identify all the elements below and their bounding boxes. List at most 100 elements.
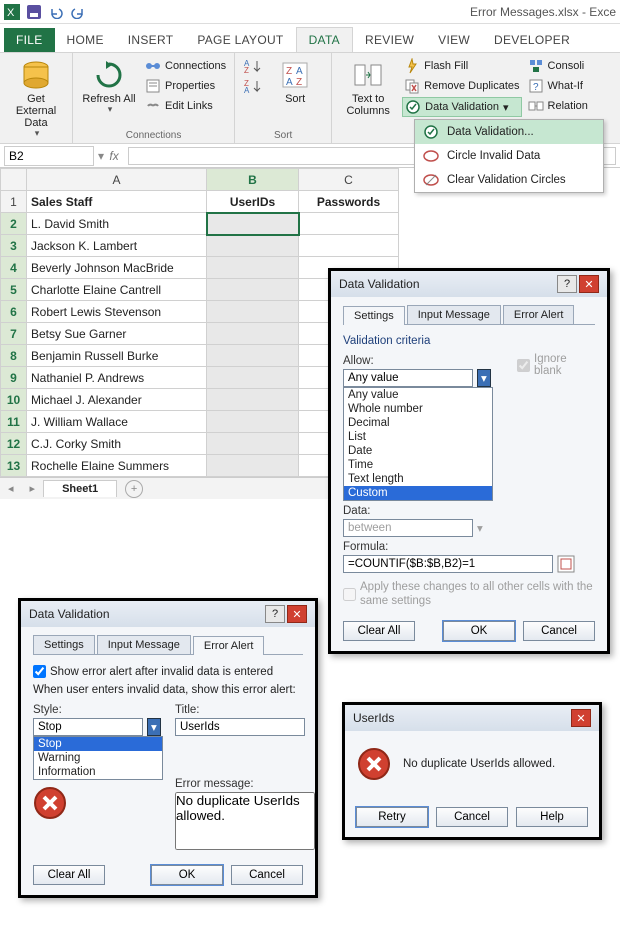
cell[interactable]: Charlotte Elaine Cantrell: [27, 279, 207, 301]
row-header[interactable]: 3: [1, 235, 27, 257]
row-header[interactable]: 8: [1, 345, 27, 367]
tab-error-alert[interactable]: Error Alert: [503, 305, 575, 324]
cell[interactable]: Rochelle Elaine Summers: [27, 455, 207, 477]
menu-item-data-validation[interactable]: Data Validation...: [415, 120, 603, 144]
list-item[interactable]: List: [344, 430, 492, 444]
ok-button[interactable]: OK: [151, 865, 223, 885]
connections-button[interactable]: Connections: [143, 57, 228, 75]
sheet-nav-prev[interactable]: ◂: [0, 482, 22, 495]
tab-input-message[interactable]: Input Message: [407, 305, 501, 324]
cell[interactable]: [207, 367, 299, 389]
row-header[interactable]: 6: [1, 301, 27, 323]
tab-settings[interactable]: Settings: [33, 635, 95, 654]
sort-asc-button[interactable]: AZ: [241, 57, 261, 75]
edit-links-button[interactable]: Edit Links: [143, 97, 228, 115]
row-header[interactable]: 13: [1, 455, 27, 477]
tab-settings[interactable]: Settings: [343, 306, 405, 325]
menu-item-clear-circles[interactable]: Clear Validation Circles: [415, 168, 603, 192]
row-header[interactable]: 10: [1, 389, 27, 411]
undo-icon[interactable]: [48, 4, 64, 20]
cell[interactable]: [207, 301, 299, 323]
list-item[interactable]: Time: [344, 458, 492, 472]
cell[interactable]: UserIDs: [207, 191, 299, 213]
relations-button[interactable]: Relation: [526, 97, 590, 115]
refresh-all-button[interactable]: Refresh All: [79, 57, 139, 117]
col-header-c[interactable]: C: [299, 169, 399, 191]
data-validation-split-button[interactable]: Data Validation ▾: [402, 97, 521, 117]
show-error-alert-checkbox[interactable]: [33, 665, 46, 678]
chevron-down-icon[interactable]: ▾: [477, 369, 491, 387]
cell[interactable]: Nathaniel P. Andrews: [27, 367, 207, 389]
cell[interactable]: Benjamin Russell Burke: [27, 345, 207, 367]
ok-button[interactable]: OK: [443, 621, 515, 641]
list-item[interactable]: Stop: [34, 737, 162, 751]
cell[interactable]: Robert Lewis Stevenson: [27, 301, 207, 323]
tab-insert[interactable]: INSERT: [116, 28, 186, 52]
range-picker-icon[interactable]: [557, 555, 575, 573]
cell[interactable]: [207, 257, 299, 279]
row-header[interactable]: 2: [1, 213, 27, 235]
row-header[interactable]: 11: [1, 411, 27, 433]
cell[interactable]: [207, 433, 299, 455]
properties-button[interactable]: Properties: [143, 77, 228, 95]
formula-input[interactable]: [343, 555, 553, 573]
tab-home[interactable]: HOME: [55, 28, 116, 52]
menu-item-circle-invalid[interactable]: Circle Invalid Data: [415, 144, 603, 168]
remove-duplicates-button[interactable]: Remove Duplicates: [402, 77, 521, 95]
list-item[interactable]: Custom: [344, 486, 492, 500]
cell[interactable]: Beverly Johnson MacBride: [27, 257, 207, 279]
list-item[interactable]: Whole number: [344, 402, 492, 416]
list-item[interactable]: Decimal: [344, 416, 492, 430]
allow-select[interactable]: [343, 369, 473, 387]
cell[interactable]: [207, 279, 299, 301]
cell[interactable]: J. William Wallace: [27, 411, 207, 433]
row-header[interactable]: 4: [1, 257, 27, 279]
cell[interactable]: [299, 213, 399, 235]
cell[interactable]: L. David Smith: [27, 213, 207, 235]
row-header[interactable]: 9: [1, 367, 27, 389]
tab-review[interactable]: REVIEW: [353, 28, 426, 52]
cell[interactable]: [207, 345, 299, 367]
list-item[interactable]: Text length: [344, 472, 492, 486]
consolidate-button[interactable]: Consoli: [526, 57, 590, 75]
cell[interactable]: C.J. Corky Smith: [27, 433, 207, 455]
new-sheet-button[interactable]: +: [125, 480, 143, 498]
cell[interactable]: [207, 455, 299, 477]
cancel-button[interactable]: Cancel: [436, 807, 508, 827]
cancel-button[interactable]: Cancel: [231, 865, 303, 885]
row-header[interactable]: 5: [1, 279, 27, 301]
sheet-nav-next[interactable]: ▸: [22, 482, 44, 495]
save-icon[interactable]: [26, 4, 42, 20]
sheet-tab[interactable]: Sheet1: [43, 480, 117, 497]
list-item[interactable]: Any value: [344, 388, 492, 402]
list-item[interactable]: Date: [344, 444, 492, 458]
style-options-list[interactable]: Stop Warning Information: [33, 736, 163, 780]
tab-data[interactable]: DATA: [296, 27, 353, 53]
retry-button[interactable]: Retry: [356, 807, 428, 827]
cell[interactable]: Sales Staff: [27, 191, 207, 213]
cell[interactable]: Betsy Sue Garner: [27, 323, 207, 345]
help-button[interactable]: ?: [265, 605, 285, 623]
list-item[interactable]: Warning: [34, 751, 162, 765]
tab-developer[interactable]: DEVELOPER: [482, 28, 582, 52]
style-select[interactable]: [33, 718, 143, 736]
row-header[interactable]: 1: [1, 191, 27, 213]
clear-all-button[interactable]: Clear All: [343, 621, 415, 641]
sort-button[interactable]: ZAAZ Sort: [265, 57, 325, 107]
row-header[interactable]: 7: [1, 323, 27, 345]
cell[interactable]: [207, 411, 299, 433]
cell-selected[interactable]: [207, 213, 299, 235]
tab-error-alert[interactable]: Error Alert: [193, 636, 265, 655]
tab-input-message[interactable]: Input Message: [97, 635, 191, 654]
whatif-button[interactable]: ?What-If: [526, 77, 590, 95]
list-item[interactable]: Information: [34, 765, 162, 779]
cell[interactable]: [207, 323, 299, 345]
cancel-button[interactable]: Cancel: [523, 621, 595, 641]
row-header[interactable]: 12: [1, 433, 27, 455]
clear-all-button[interactable]: Clear All: [33, 865, 105, 885]
error-message-textarea[interactable]: [175, 792, 315, 850]
cell[interactable]: Michael J. Alexander: [27, 389, 207, 411]
text-to-columns-button[interactable]: Text to Columns: [338, 57, 398, 119]
sort-desc-button[interactable]: ZA: [241, 77, 261, 95]
cell[interactable]: Passwords: [299, 191, 399, 213]
